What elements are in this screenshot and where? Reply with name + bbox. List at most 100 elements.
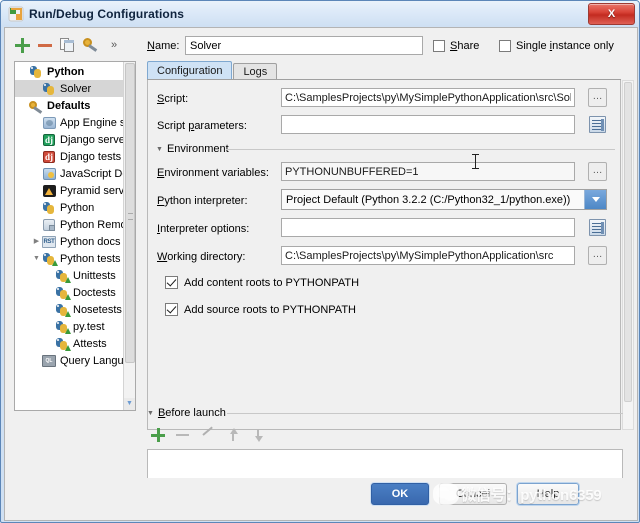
- before-launch-header[interactable]: ▼ Before launch: [147, 407, 226, 419]
- tree-item-label: Python tests: [60, 252, 121, 265]
- interpreter-options-label: Interpreter options:: [157, 223, 250, 235]
- tree-item-label: Python: [47, 65, 85, 78]
- django-green-icon: dj: [43, 133, 55, 146]
- form-scrollbar[interactable]: [622, 80, 634, 430]
- form-scrollbar-thumb[interactable]: [624, 82, 632, 402]
- before-launch-move-down-icon[interactable]: [251, 428, 265, 442]
- django-red-icon: dj: [43, 150, 55, 163]
- tree-item-nosetests[interactable]: Nosetests: [15, 301, 135, 318]
- tree-item-py-test[interactable]: py.test: [15, 318, 135, 335]
- tree-item-javascript-debug[interactable]: JavaScript Debug: [15, 165, 135, 182]
- interpreter-options-expand-icon[interactable]: [589, 219, 606, 236]
- interpreter-options-input[interactable]: [281, 218, 575, 237]
- chevron-down-icon: ▼: [156, 145, 163, 153]
- tree-item-defaults[interactable]: Defaults: [15, 97, 135, 114]
- working-directory-browse-button[interactable]: …: [588, 246, 607, 265]
- tree-item-python[interactable]: Python: [15, 63, 135, 80]
- tree-item-python-remote[interactable]: Python Remote: [15, 216, 135, 233]
- python-tests-icon: [55, 269, 71, 283]
- wrench-icon: [29, 99, 44, 114]
- python-icon: [42, 82, 57, 96]
- window-title: Run/Debug Configurations: [29, 6, 185, 21]
- environment-variables-browse-button[interactable]: …: [588, 162, 607, 181]
- script-browse-button[interactable]: …: [588, 88, 607, 107]
- tree-twisty[interactable]: ▼: [31, 250, 42, 267]
- python-interpreter-combobox[interactable]: Project Default (Python 3.2.2 (C:/Python…: [281, 189, 607, 210]
- python-tests-icon: [55, 320, 71, 334]
- add-source-roots-checkbox[interactable]: Add source roots to PYTHONPATH: [165, 303, 356, 316]
- tab-strip: Configuration Logs: [147, 61, 278, 80]
- tree-item-label: py.test: [73, 320, 105, 333]
- tree-item-attests[interactable]: Attests: [15, 335, 135, 352]
- before-launch-rule: [227, 413, 623, 414]
- tree-item-django-tests[interactable]: dj Django tests: [15, 148, 135, 165]
- script-parameters-input[interactable]: [281, 115, 575, 134]
- configurations-tree[interactable]: Python Solver Defaults App Engine server dj D…: [14, 61, 136, 411]
- chevron-down-icon: ▼: [147, 409, 154, 417]
- dialog-body: » Name: Share Single instance only Pytho…: [4, 27, 638, 521]
- settings-icon[interactable]: [83, 37, 99, 53]
- before-launch-move-up-icon[interactable]: [226, 428, 240, 442]
- close-button[interactable]: X: [588, 3, 635, 25]
- ok-button[interactable]: OK: [371, 483, 429, 505]
- before-launch-edit-icon[interactable]: [201, 428, 215, 442]
- script-parameters-expand-icon[interactable]: [589, 116, 606, 133]
- share-label: Share: [450, 40, 480, 52]
- environment-variables-input[interactable]: [281, 162, 575, 181]
- cancel-button[interactable]: Cancel: [439, 483, 507, 505]
- tab-configuration[interactable]: Configuration: [147, 61, 233, 80]
- sidebar-filler: [14, 412, 136, 420]
- configuration-form: Script: … Script parameters: ▼ Environme…: [147, 80, 621, 430]
- chevron-down-icon[interactable]: [584, 190, 606, 209]
- tree-item-query-language[interactable]: QL Query Language: [15, 352, 135, 369]
- working-directory-input[interactable]: [281, 246, 575, 265]
- query-language-icon: QL: [42, 354, 57, 368]
- tree-item-python-tests[interactable]: ▼ Python tests: [15, 250, 135, 267]
- python-remote-icon: [42, 218, 57, 232]
- python-tests-icon: [42, 252, 58, 266]
- sidebar-scroll-down-arrow[interactable]: ▼: [123, 398, 135, 410]
- add-content-roots-checkbox-box: [165, 276, 178, 289]
- share-checkbox[interactable]: Share: [433, 40, 479, 52]
- add-configuration-icon[interactable]: [14, 37, 30, 53]
- window-titlebar: Run/Debug Configurations X: [1, 1, 639, 26]
- tree-item-python[interactable]: Python: [15, 199, 135, 216]
- tree-item-doctests[interactable]: Doctests: [15, 284, 135, 301]
- tree-item-python-docs[interactable]: ▶ RST Python docs: [15, 233, 135, 250]
- tree-item-pyramid-server[interactable]: Pyramid server: [15, 182, 135, 199]
- more-options-icon[interactable]: »: [106, 37, 122, 53]
- configuration-name-input[interactable]: [185, 36, 423, 55]
- environment-section-rule: [226, 149, 615, 150]
- tab-logs[interactable]: Logs: [233, 63, 278, 80]
- environment-section-header[interactable]: ▼ Environment: [156, 143, 229, 155]
- script-input[interactable]: [281, 88, 575, 107]
- tree-item-solver[interactable]: Solver: [15, 80, 135, 97]
- share-checkbox-box: [433, 40, 445, 52]
- rst-icon: RST: [42, 235, 57, 249]
- tree-twisty[interactable]: ▶: [31, 233, 42, 250]
- single-instance-checkbox[interactable]: Single instance only: [499, 40, 614, 52]
- python-icon: [42, 201, 57, 215]
- sidebar-scrollbar[interactable]: ▼: [123, 62, 135, 410]
- before-launch-add-icon[interactable]: [151, 428, 165, 442]
- working-directory-label: Working directory:: [157, 251, 246, 263]
- remove-configuration-icon[interactable]: [37, 37, 53, 53]
- script-label: Script:: [157, 93, 189, 105]
- tree-item-label: Nosetests: [73, 303, 122, 316]
- tree-item-unittests[interactable]: Unittests: [15, 267, 135, 284]
- python-icon: [29, 65, 44, 79]
- add-source-roots-label: Add source roots to PYTHONPATH: [184, 303, 356, 316]
- help-button[interactable]: Help: [517, 483, 579, 505]
- sidebar-scrollbar-thumb[interactable]: [125, 63, 135, 363]
- tree-item-app-engine-server[interactable]: App Engine server: [15, 114, 135, 131]
- before-launch-remove-icon[interactable]: [176, 428, 190, 442]
- copy-configuration-icon[interactable]: [60, 37, 76, 53]
- add-content-roots-checkbox[interactable]: Add content roots to PYTHONPATH: [165, 276, 359, 289]
- dialog-footer: OK Cancel Help: [4, 478, 638, 521]
- tree-item-label: Doctests: [73, 286, 116, 299]
- tree-item-django-server[interactable]: dj Django server: [15, 131, 135, 148]
- app-engine-icon: [42, 116, 57, 130]
- python-tests-icon: [55, 303, 71, 317]
- tree-item-label: Defaults: [47, 99, 91, 112]
- tree-host: Python Solver Defaults App Engine server dj D…: [15, 62, 135, 369]
